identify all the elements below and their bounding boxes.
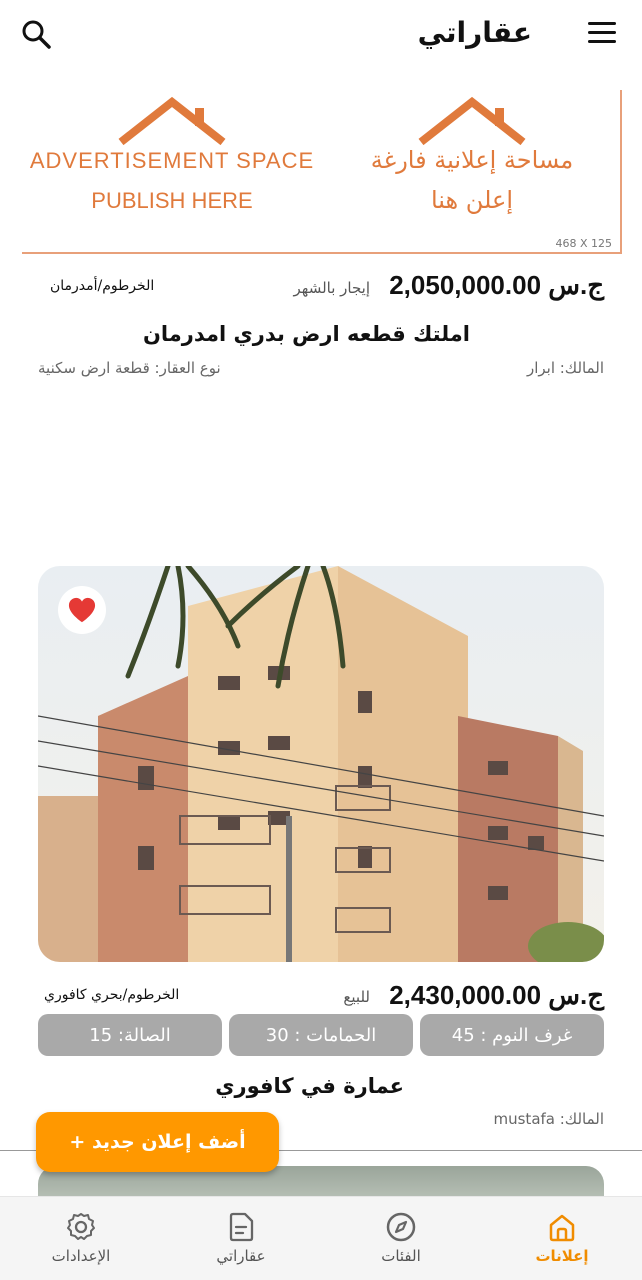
listing-title[interactable]: عمارة في كافوري [215,1074,404,1098]
bottom-nav: إعلانات الفئات عقاراتي الإعدادات [0,1196,642,1280]
nav-item-categories[interactable]: الفئات [321,1197,481,1280]
home-icon [549,1214,575,1242]
ad-english: ADVERTISEMENT SPACE PUBLISH HERE [22,90,322,250]
listing-location: الخرطوم/أمدرمان [50,278,155,294]
nav-item-my-properties[interactable]: عقاراتي [161,1197,321,1280]
listing-owner: المالك: ابرار [526,359,604,377]
listing-type: إيجار بالشهر [293,279,371,297]
nav-label: عقاراتي [216,1247,266,1265]
bedrooms-chip: غرف النوم : 45 [420,1014,604,1056]
app-bar: عقاراتي [0,0,642,72]
house-roof-icon [118,96,226,146]
listing-price: ج.س 2,050,000.00 [389,270,604,300]
listing-property-type: نوع العقار: قطعة ارض سكنية [38,359,221,377]
menu-icon[interactable] [588,22,616,44]
favorite-button[interactable] [58,586,106,634]
compass-icon [386,1212,416,1242]
nav-item-ads[interactable]: إعلانات [482,1197,642,1280]
listing-title[interactable]: املتك قطعه ارض بدري امدرمان [143,322,470,346]
page-title: عقاراتي [417,16,532,49]
house-roof-icon [418,96,526,146]
ad-size-label: 468 X 125 [555,237,612,250]
listing-features: غرف النوم : 45 الحمامات : 30 الصالة: 15 [38,1014,604,1056]
ad-banner[interactable]: ADVERTISEMENT SPACE PUBLISH HERE مساحة إ… [22,90,622,254]
nav-label: الإعدادات [51,1247,111,1265]
nav-item-settings[interactable]: الإعدادات [1,1197,161,1280]
listing-photo[interactable] [38,566,604,962]
ad-arabic: مساحة إعلانية فارغة إعلن هنا [322,90,622,250]
listing-owner: المالك: mustafa [493,1110,605,1128]
hall-chip: الصالة: 15 [38,1014,222,1056]
heart-icon [68,597,96,623]
building-photo [38,566,604,962]
nav-label: الفئات [381,1247,421,1265]
ad-text-ar-1: مساحة إعلانية فارغة [370,146,574,174]
nav-label: إعلانات [535,1247,589,1265]
search-icon[interactable] [20,18,52,50]
gear-icon [67,1213,95,1240]
ad-text-ar-2: إعلن هنا [430,186,514,214]
ad-text-en-1: ADVERTISEMENT SPACE [29,148,315,173]
listing-price: ج.س 2,430,000.00 [389,980,604,1010]
ad-text-en-2: PUBLISH HERE [91,188,253,213]
listing-location: الخرطوم/بحري كافوري [44,987,180,1003]
listing-type: للبيع [343,988,370,1006]
bathrooms-chip: الحمامات : 30 [229,1014,413,1056]
add-listing-button[interactable]: أضف إعلان جديد + [36,1112,279,1172]
document-icon [229,1212,254,1242]
